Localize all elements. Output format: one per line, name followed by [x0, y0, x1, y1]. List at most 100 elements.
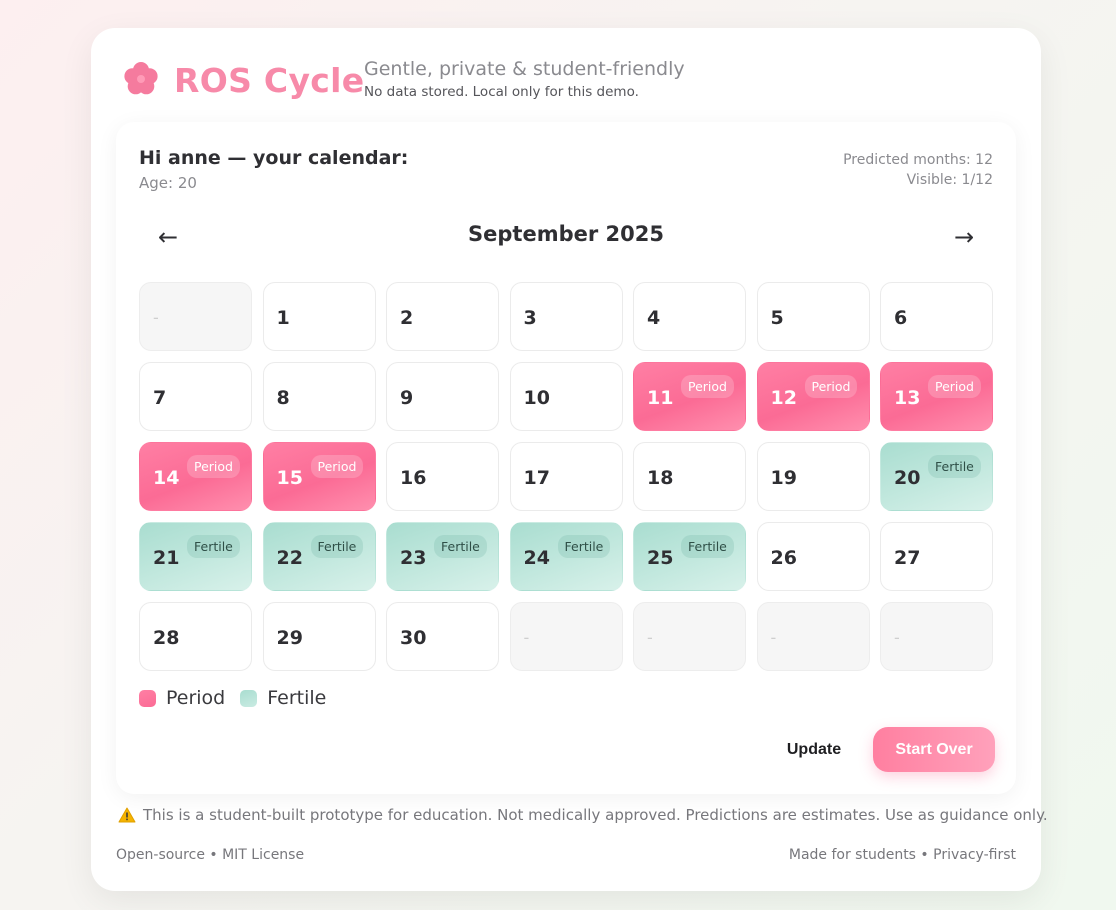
month-title: September 2025 [468, 222, 664, 246]
day-number: 24 [523, 547, 550, 569]
empty-day-cell: - [139, 282, 252, 351]
day-cell-20[interactable]: 20 Fertile [880, 442, 993, 511]
day-number: 18 [647, 467, 674, 489]
day-cell-2[interactable]: 2 [386, 282, 499, 351]
day-cell-14[interactable]: 14 Period [139, 442, 252, 511]
greeting-age: Age: 20 [139, 174, 197, 192]
day-number: 25 [647, 547, 674, 569]
visible-months: Visible: 1/12 [906, 172, 993, 188]
day-cell-23[interactable]: 23 Fertile [386, 522, 499, 591]
period-badge: Period [310, 455, 364, 478]
day-cell-28[interactable]: 28 [139, 602, 252, 671]
day-number: 15 [276, 467, 303, 489]
footer-license: Open-source • MIT License [116, 847, 305, 863]
day-number: 28 [153, 627, 180, 649]
brand [121, 59, 161, 99]
app-card: ROS Cycle Gentle, private & student-frie… [91, 28, 1048, 891]
day-cell-18[interactable]: 18 [633, 442, 746, 511]
day-number: 11 [647, 387, 674, 409]
flower-icon [124, 62, 158, 95]
day-number: - [523, 628, 530, 647]
day-cell-7[interactable]: 7 [139, 362, 252, 431]
day-cell-12[interactable]: 12 Period [756, 362, 870, 431]
day-cell-21[interactable]: 21 Fertile [139, 522, 252, 591]
day-number: 19 [770, 467, 797, 489]
day-cell-17[interactable]: 17 [509, 442, 623, 511]
prediction-meta: Predicted months: 12 Visible: 1/12 [843, 150, 993, 190]
day-cell-25[interactable]: 25 Fertile [633, 522, 746, 591]
day-cell-30[interactable]: 30 [386, 602, 499, 671]
day-number: 29 [276, 627, 303, 649]
disclaimer-text: This is a student-built prototype for ed… [143, 806, 1048, 824]
day-number: 9 [400, 387, 414, 409]
day-cell-5[interactable]: 5 [756, 282, 870, 351]
footer-tagline: Made for students • Privacy-first [788, 847, 1016, 863]
next-month-button[interactable]: → [944, 220, 984, 254]
fertile-badge: Fertile [557, 535, 611, 558]
day-number: - [894, 628, 900, 647]
day-cell-11[interactable]: 11 Period [633, 362, 746, 431]
greeting: Hi anne — your calendar: Age: 20 [139, 147, 408, 192]
calendar-panel: Hi anne — your calendar: Age: 20 Predict… [116, 122, 1016, 794]
day-cell-29[interactable]: 29 [262, 602, 376, 671]
tagline-sub: No data stored. Local only for this demo… [364, 84, 639, 100]
day-number: 30 [400, 627, 427, 649]
day-cell-9[interactable]: 9 [386, 362, 499, 431]
day-cell-22[interactable]: 22 Fertile [262, 522, 376, 591]
day-number: 26 [770, 547, 797, 569]
empty-day-cell: - [509, 602, 623, 671]
empty-day-cell: - [756, 602, 870, 671]
day-cell-24[interactable]: 24 Fertile [509, 522, 623, 591]
day-cell-6[interactable]: 6 [880, 282, 993, 351]
fertile-badge: Fertile [310, 535, 364, 558]
day-number: 23 [400, 547, 427, 569]
day-number: 27 [894, 547, 921, 569]
day-number: 14 [153, 467, 180, 489]
day-number: 10 [523, 387, 550, 409]
fertile-swatch [240, 689, 258, 707]
day-cell-13[interactable]: 13 Period [880, 362, 993, 431]
period-badge: Period [804, 375, 858, 398]
day-number: 6 [894, 307, 908, 329]
day-number: 21 [153, 547, 180, 569]
brand-name: ROS Cycle [174, 61, 365, 100]
fertile-badge: Fertile [681, 535, 734, 558]
day-number: 22 [276, 547, 303, 569]
day-cell-27[interactable]: 27 [880, 522, 993, 591]
day-number: 5 [770, 307, 784, 329]
start-over-button[interactable]: Start Over [873, 727, 995, 772]
day-cell-15[interactable]: 15 Period [262, 442, 376, 511]
day-cell-26[interactable]: 26 [756, 522, 870, 591]
day-cell-4[interactable]: 4 [633, 282, 746, 351]
tagline-main: Gentle, private & student-friendly [364, 58, 685, 80]
day-number: 4 [647, 307, 661, 329]
day-number: 2 [400, 307, 414, 329]
day-number: - [770, 628, 777, 647]
legend: Period Fertile [139, 687, 341, 709]
greeting-title: Hi anne — your calendar: [139, 147, 409, 169]
warning-icon [118, 807, 136, 823]
fertile-badge: Fertile [434, 535, 487, 558]
day-cell-16[interactable]: 16 [386, 442, 499, 511]
period-badge: Period [928, 375, 981, 398]
calendar-grid: -1 2 3 4 5 6 7 8 9 10 11 Period 12 Period 13 Period 14 Pe… [139, 282, 993, 671]
disclaimer: This is a student-built prototype for ed… [118, 806, 1048, 824]
empty-day-cell: - [633, 602, 746, 671]
legend-item-period: Period [139, 687, 225, 709]
legend-item-fertile: Fertile [240, 687, 326, 709]
period-swatch [139, 689, 156, 707]
update-button[interactable]: Update [769, 727, 859, 772]
day-number: 17 [523, 467, 550, 489]
day-number: 16 [400, 467, 427, 489]
predicted-months: Predicted months: 12 [843, 152, 993, 168]
day-number: - [153, 308, 159, 327]
day-cell-3[interactable]: 3 [509, 282, 623, 351]
day-cell-19[interactable]: 19 [756, 442, 870, 511]
day-cell-10[interactable]: 10 [509, 362, 623, 431]
period-badge: Period [187, 455, 240, 478]
fertile-badge: Fertile [928, 455, 981, 478]
day-number: - [647, 628, 653, 647]
day-number: 20 [894, 467, 921, 489]
day-cell-1[interactable]: 1 [262, 282, 376, 351]
day-cell-8[interactable]: 8 [262, 362, 376, 431]
